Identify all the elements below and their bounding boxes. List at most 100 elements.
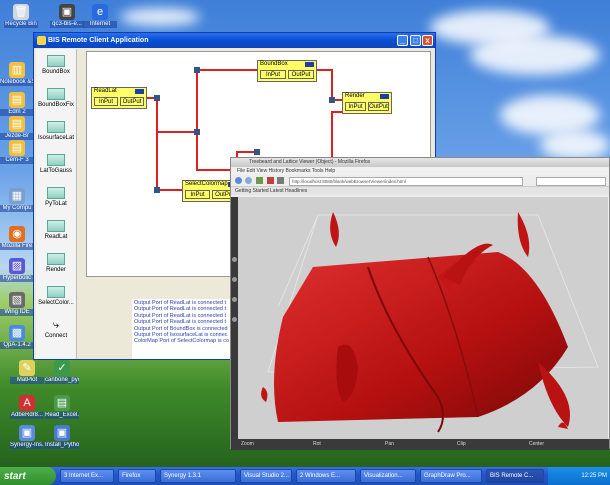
desktop-icon[interactable]: ▤ Read_Excel...	[45, 395, 79, 419]
stop-icon[interactable]	[267, 177, 274, 184]
desktop-icon[interactable]: ▣ Synergy-Ins...	[10, 425, 44, 449]
desktop-icon-label: AdbeRdr8...	[10, 412, 44, 419]
taskbar-button[interactable]: GraphDraw Pro...	[420, 469, 482, 483]
desktop-icon-label: Internet	[83, 21, 117, 28]
viewer-control[interactable]: Clip	[457, 439, 466, 450]
viewer-control[interactable]: Rot	[313, 439, 321, 450]
tool-icon[interactable]	[232, 297, 237, 302]
module-icon	[47, 220, 65, 232]
taskbar-button[interactable]: Synergy 1.3.1	[160, 469, 236, 483]
firefox-window[interactable]: Treebeard and Lattice Viewer (Object) - …	[230, 157, 610, 450]
home-icon[interactable]	[277, 177, 284, 184]
palette-item-label: SelectColor...	[38, 300, 74, 306]
start-button[interactable]: start	[0, 467, 56, 485]
module-icon	[47, 88, 65, 100]
maximize-button[interactable]: □	[410, 35, 421, 46]
palette-item[interactable]: BoundBox	[38, 55, 74, 75]
reload-icon[interactable]	[256, 177, 263, 184]
palette-item[interactable]: ⤷ Connect	[38, 319, 74, 339]
desktop-icon-label: canbone_pyo...	[45, 377, 79, 384]
palette-item[interactable]: Render	[38, 253, 74, 273]
viewer-control[interactable]: Center	[529, 439, 544, 450]
desktop-icon[interactable]: ▣Install_Python...	[45, 425, 79, 449]
taskbar-button[interactable]: 2 Windows E...	[296, 469, 356, 483]
desktop-icon-label: Read_Excel...	[45, 412, 79, 419]
desktop-icon[interactable]: 🗑 Recycle Bin	[4, 4, 38, 28]
taskbar-button[interactable]: Visualization...	[360, 469, 416, 483]
node-name: SelectColormap	[185, 181, 228, 187]
desktop-shortcut-icon: ▣	[59, 4, 75, 20]
bis-title: BIS Remote Client Application	[48, 37, 149, 44]
output-port[interactable]: OutPut	[120, 97, 144, 106]
desktop-icon-label: Notebook &SBC	[0, 79, 34, 86]
viewer-control[interactable]: Pan	[385, 439, 394, 450]
pipeline-node[interactable]: ReadLat InPut OutPut	[91, 87, 147, 109]
output-port[interactable]: OutPut	[288, 70, 314, 79]
palette-item[interactable]: BoundBoxFix	[38, 88, 74, 108]
desktop-shortcut-icon: ▧	[9, 292, 25, 308]
desktop-icon[interactable]: A AdbeRdr8...	[10, 395, 44, 419]
start-label: start	[4, 470, 26, 482]
desktop-icon[interactable]: e Internet	[83, 4, 117, 28]
url-bar[interactable]: http://localhost:8080/blank/webBrowserVi…	[289, 177, 523, 186]
module-icon	[47, 55, 65, 67]
input-port[interactable]: InPut	[345, 102, 366, 111]
bis-titlebar[interactable]: BIS Remote Client Application _ □ x	[34, 33, 435, 48]
desktop-icon[interactable]: ✎ MatPlot	[10, 360, 44, 384]
isosurface-render	[261, 212, 599, 433]
taskbar-button[interactable]: Visual Studio 2...	[240, 469, 292, 483]
forward-icon[interactable]	[245, 177, 252, 184]
back-icon[interactable]	[235, 177, 242, 184]
pipeline-node[interactable]: BoundBox InPut OutPut	[257, 60, 317, 82]
tool-icon[interactable]	[232, 317, 237, 322]
desktop-icon[interactable]: ▤ Jezde-Br	[0, 116, 34, 140]
search-box[interactable]	[536, 177, 606, 186]
desktop-icon[interactable]: ▤ Edm 2	[0, 92, 34, 116]
desktop-icon[interactable]: ◉ Mozilla Fire	[0, 226, 34, 250]
module-icon	[47, 253, 65, 265]
close-button[interactable]: x	[422, 35, 433, 46]
output-port[interactable]: OutPut	[368, 102, 389, 111]
module-icon	[47, 154, 65, 166]
bookmarks-bar[interactable]: Getting Started Latest Headlines	[231, 187, 609, 195]
pipeline-node[interactable]: Render InPut OutPut	[342, 92, 392, 114]
taskbar-button[interactable]: BIS Remote C...	[486, 469, 544, 483]
palette-item[interactable]: ReadLat	[38, 220, 74, 240]
desktop-icon[interactable]: ▥Notebook &SBC	[0, 62, 34, 86]
palette-item[interactable]: LatToGauss	[38, 154, 74, 174]
desktop-icon[interactable]: ▧ Wing IDE	[0, 292, 34, 316]
tool-icon[interactable]	[232, 257, 237, 262]
desktop-shortcut-icon: ▤	[9, 140, 25, 156]
browser-titlebar[interactable]: Treebeard and Lattice Viewer (Object) - …	[231, 158, 609, 167]
desktop-icon-label: Synergy-Ins...	[10, 442, 44, 449]
desktop-icon-label: QpA-1.4.2	[0, 342, 34, 349]
palette-item[interactable]: IsosurfaceLat	[38, 121, 74, 141]
desktop-icon[interactable]: ▦ My Compu	[0, 188, 34, 212]
desktop-shortcut-icon: ▤	[9, 116, 25, 132]
taskbar-button[interactable]: 3 Internet Ex...	[60, 469, 114, 483]
desktop-icon[interactable]: ▩ QpA-1.4.2	[0, 325, 34, 349]
desktop-shortcut-icon: ✓	[54, 360, 70, 376]
viewer-control[interactable]: Zoom	[241, 439, 254, 450]
3d-viewer[interactable]	[238, 197, 608, 439]
desktop-shortcut-icon: ▦	[9, 188, 25, 204]
app-icon	[37, 36, 46, 45]
desktop-icon[interactable]: ▤ Cem-F 3	[0, 140, 34, 164]
desktop-icon[interactable]: ▣ qc3-bis-e...	[50, 4, 84, 28]
tool-icon[interactable]	[232, 277, 237, 282]
desktop-icon[interactable]: ✓canbone_pyo...	[45, 360, 79, 384]
browser-menubar[interactable]: File Edit View History Bookmarks Tools H…	[231, 167, 609, 175]
desktop-icon-label: MatPlot	[10, 377, 44, 384]
palette-item[interactable]: SelectColor...	[38, 286, 74, 306]
viewer-sidebar	[231, 197, 238, 439]
input-port[interactable]: InPut	[260, 70, 286, 79]
input-port[interactable]: InPut	[94, 97, 118, 106]
desktop-shortcut-icon: ✎	[19, 360, 35, 376]
input-port[interactable]: InPut	[185, 190, 210, 199]
palette-item[interactable]: PyToLat	[38, 187, 74, 207]
taskbar-button[interactable]: Firefox	[118, 469, 156, 483]
desktop-icon[interactable]: ▨ Hyperbolic	[0, 258, 34, 282]
minimize-button[interactable]: _	[397, 35, 408, 46]
module-icon	[47, 286, 65, 298]
desktop-shortcut-icon: ▤	[54, 395, 70, 411]
